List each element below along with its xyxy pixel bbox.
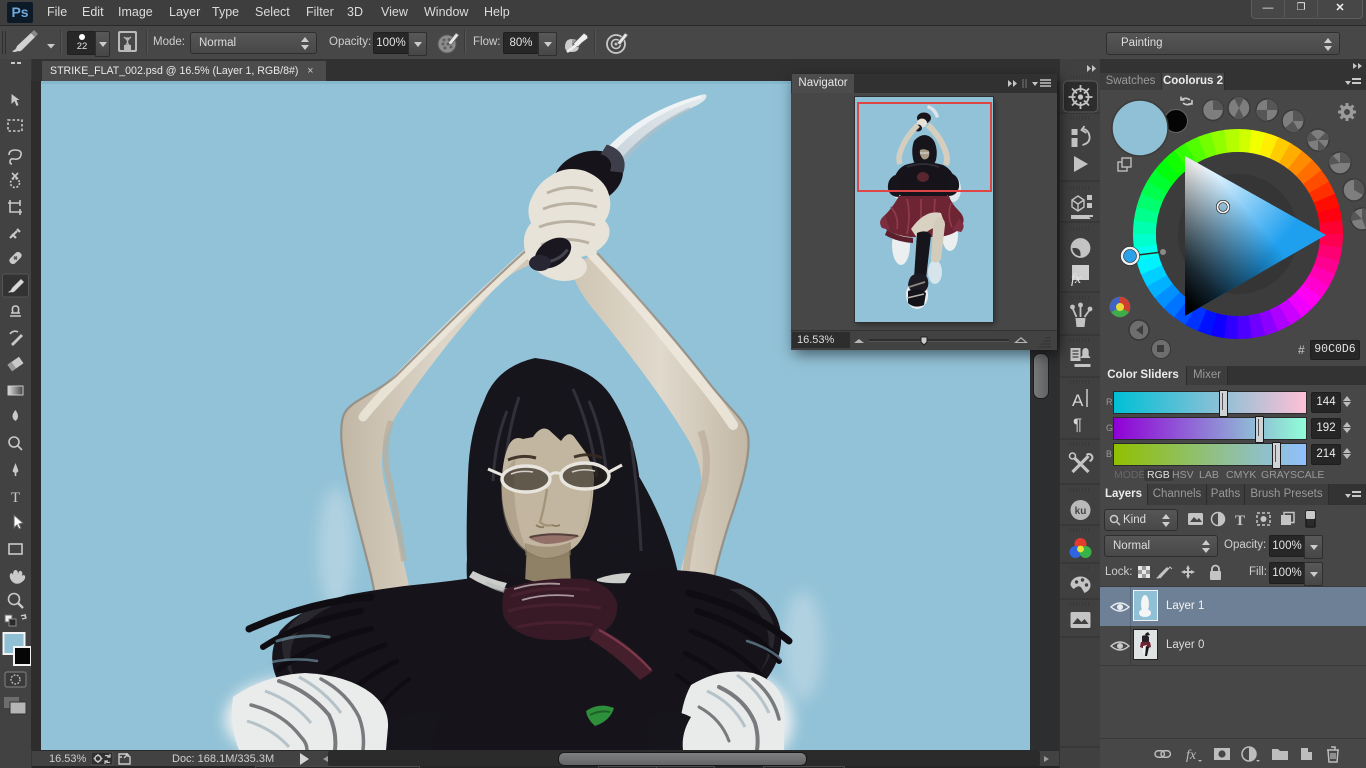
svg-text:fx: fx — [1186, 748, 1197, 763]
svg-text:A: A — [1072, 391, 1084, 410]
svg-text:T: T — [1235, 513, 1245, 529]
svg-text:¶: ¶ — [1073, 415, 1082, 434]
svg-text:fx: fx — [1071, 272, 1082, 287]
svg-text:T: T — [11, 490, 20, 506]
svg-text:ku: ku — [1075, 506, 1087, 517]
